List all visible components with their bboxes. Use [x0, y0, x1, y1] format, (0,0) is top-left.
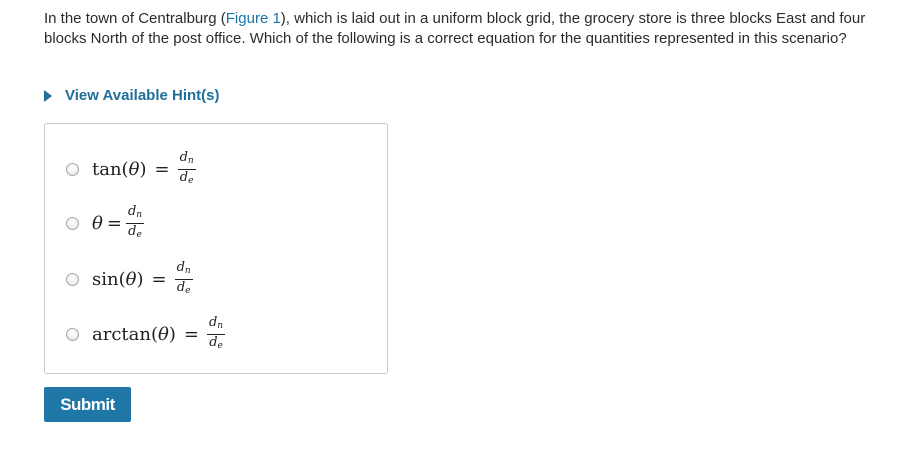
equals-sign: =	[106, 213, 122, 234]
option-math: arctan(θ) = dn de	[92, 316, 226, 353]
theta: θ	[92, 213, 103, 234]
fraction: dn de	[206, 316, 226, 353]
numerator-base: d	[176, 260, 185, 275]
radio-button[interactable]	[66, 273, 79, 286]
radio-button[interactable]	[66, 217, 79, 230]
function-open: sin(	[92, 269, 126, 290]
numerator-subscript: n	[136, 210, 143, 220]
denominator-subscript: e	[185, 286, 191, 296]
numerator: dn	[125, 205, 145, 224]
denominator-base: d	[209, 335, 218, 350]
function-close: )	[136, 269, 144, 290]
denominator-subscript: e	[217, 341, 223, 351]
option-tan[interactable]: tan(θ) = dn de	[66, 151, 196, 188]
denominator-base: d	[128, 224, 137, 239]
caret-right-icon	[44, 89, 52, 102]
theta: θ	[128, 159, 140, 180]
numerator: dn	[174, 260, 193, 280]
option-arctan[interactable]: arctan(θ) = dn de	[66, 316, 226, 353]
submit-button[interactable]: Submit	[44, 387, 131, 422]
option-math: sin(θ) = dn de	[92, 261, 193, 298]
denominator: de	[207, 335, 225, 353]
denominator-subscript: e	[136, 230, 142, 240]
denominator-base: d	[179, 170, 189, 185]
numerator-subscript: n	[184, 266, 191, 276]
option-theta[interactable]: θ = dn de	[66, 205, 145, 242]
denominator-base: d	[176, 280, 186, 295]
radio-button[interactable]	[66, 163, 79, 176]
numerator: dn	[177, 150, 196, 170]
equals-sign: =	[151, 269, 167, 290]
fraction: dn de	[125, 205, 145, 242]
function-close: )	[139, 159, 147, 180]
answer-options: tan(θ) = dn de θ = dn de sin(θ) = dn de	[44, 123, 388, 374]
equals-sign: =	[183, 324, 199, 345]
equals-sign: =	[154, 159, 170, 180]
theta: θ	[158, 324, 169, 345]
denominator-subscript: e	[188, 176, 194, 186]
view-hints-toggle[interactable]: View Available Hint(s)	[42, 87, 220, 104]
numerator: dn	[206, 316, 226, 335]
fraction: dn de	[174, 260, 193, 298]
question-text: In the town of Centralburg (Figure 1), w…	[44, 9, 906, 49]
denominator: de	[178, 170, 196, 188]
function-open: tan(	[92, 159, 129, 180]
figure-link[interactable]: Figure 1	[226, 10, 281, 27]
question-prefix: In the town of Centralburg (	[44, 10, 226, 27]
option-math: θ = dn de	[92, 205, 145, 242]
theta: θ	[125, 269, 137, 290]
option-math: tan(θ) = dn de	[92, 151, 196, 188]
function-open: arctan(	[92, 324, 158, 345]
fraction: dn de	[177, 150, 196, 188]
numerator-subscript: n	[187, 156, 194, 166]
function-close: )	[168, 324, 176, 345]
option-sin[interactable]: sin(θ) = dn de	[66, 261, 193, 298]
denominator: de	[126, 224, 144, 242]
view-hints-label: View Available Hint(s)	[65, 87, 220, 104]
denominator: de	[175, 280, 193, 298]
numerator-subscript: n	[217, 321, 224, 331]
numerator-base: d	[179, 150, 188, 165]
radio-button[interactable]	[66, 328, 79, 341]
